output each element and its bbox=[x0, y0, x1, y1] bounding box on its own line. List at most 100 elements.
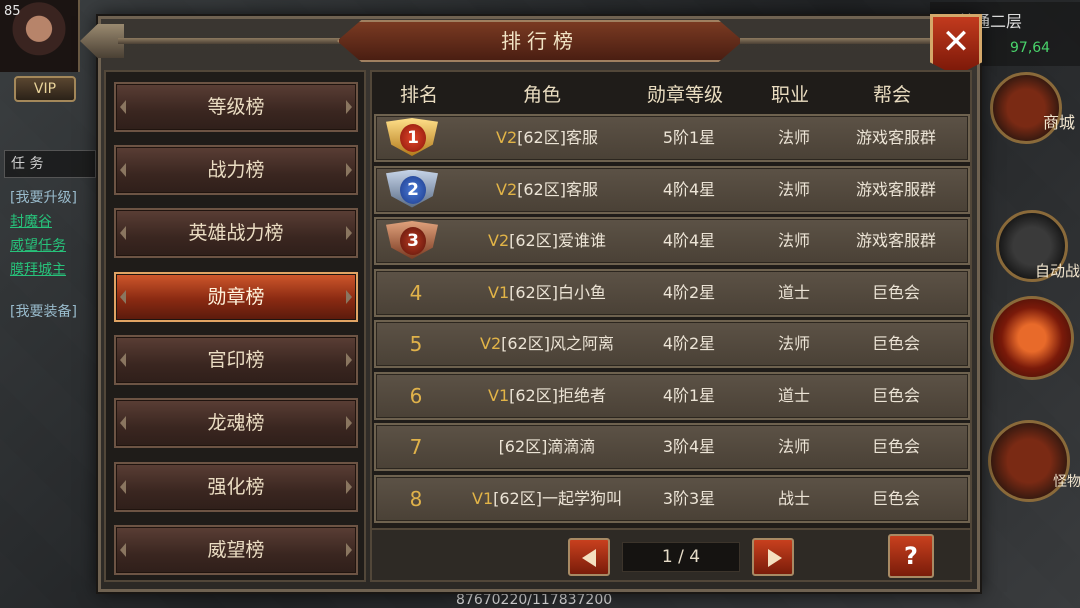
table-row[interactable]: 8 V1[62区]一起学狗叫 3阶3星 战士 巨色会 bbox=[374, 474, 970, 523]
header-rank: 排名 bbox=[399, 84, 438, 106]
role-cell: [62区]滴滴滴 bbox=[442, 425, 652, 469]
table-row[interactable]: 4 V1[62区]白小鱼 4阶2星 道士 巨色会 bbox=[374, 268, 970, 317]
medal-level-cell: 3阶4星 bbox=[662, 437, 716, 456]
guild-cell: 巨色会 bbox=[871, 488, 920, 508]
menu-item-prestige[interactable]: 威望榜 bbox=[114, 525, 358, 575]
table-row[interactable]: 2 V2[62区]客服 4阶4星 法师 游戏客服群 bbox=[374, 165, 970, 214]
job-cell: 法师 bbox=[777, 334, 810, 353]
player-level: 85 bbox=[4, 4, 21, 19]
job-cell: 法师 bbox=[777, 179, 810, 199]
guild-cell: 游戏客服群 bbox=[855, 128, 936, 147]
vip-tag: V1 bbox=[488, 282, 510, 302]
title-ornament bbox=[740, 38, 950, 44]
role-cell: V1[62区]拒绝者 bbox=[442, 374, 652, 418]
rank-medal-icon: 2 bbox=[386, 166, 442, 214]
category-menu: 等级榜 战力榜 英雄战力榜 勋章榜 官印榜 龙魂榜 强化榜 威望榜 bbox=[104, 70, 366, 582]
rank-number: 4 bbox=[409, 280, 423, 305]
rank-number: 2 bbox=[400, 175, 426, 204]
vip-button[interactable]: VIP bbox=[14, 76, 76, 102]
guild-cell: 游戏客服群 bbox=[855, 179, 936, 199]
menu-item-power[interactable]: 战力榜 bbox=[114, 145, 358, 195]
task-item[interactable]: [我要升级] bbox=[10, 186, 77, 210]
guild-cell: 巨色会 bbox=[871, 282, 920, 302]
shop-button[interactable]: 商城 bbox=[990, 72, 1075, 144]
arrow-left-icon bbox=[582, 549, 596, 567]
title-ornament bbox=[118, 38, 340, 44]
table-row[interactable]: 1 V2[62区]客服 5阶1星 法师 游戏客服群 bbox=[374, 114, 970, 162]
task-item[interactable]: [我要装备] bbox=[10, 300, 77, 324]
role-cell: V2[62区]客服 bbox=[442, 116, 652, 160]
vip-tag: V2 bbox=[496, 179, 518, 199]
guild-cell: 游戏客服群 bbox=[855, 231, 936, 250]
next-page-button[interactable] bbox=[752, 538, 794, 576]
guild-cell: 巨色会 bbox=[871, 334, 920, 353]
auto-battle-button[interactable]: 自动战斗 bbox=[996, 210, 1080, 282]
job-cell: 法师 bbox=[777, 128, 810, 147]
shop-label: 商城 bbox=[1042, 113, 1075, 132]
vip-tag: V2 bbox=[488, 231, 510, 250]
medal-level-cell: 4阶2星 bbox=[662, 282, 716, 302]
dialog-title: 排行榜 bbox=[337, 20, 743, 62]
menu-item-seal[interactable]: 官印榜 bbox=[114, 335, 358, 385]
table-row[interactable]: 5 V2[62区]风之阿离 4阶2星 法师 巨色会 bbox=[374, 320, 970, 368]
rank-medal-icon: 1 bbox=[386, 114, 442, 162]
menu-item-medal[interactable]: 勋章榜 bbox=[114, 272, 358, 322]
medal-level-cell: 3阶3星 bbox=[662, 488, 716, 508]
player-name: [62区]客服 bbox=[517, 128, 598, 147]
table-header: 排名 角色 勋章等级 职业 帮会 bbox=[372, 72, 970, 112]
vip-tag: V1 bbox=[472, 488, 494, 508]
rank-number: 5 bbox=[409, 332, 423, 356]
map-coords: 97,64 bbox=[1010, 40, 1051, 56]
job-cell: 道士 bbox=[777, 385, 810, 405]
menu-item-level[interactable]: 等级榜 bbox=[114, 82, 358, 132]
help-button[interactable]: ? bbox=[888, 534, 934, 578]
medal-level-cell: 4阶2星 bbox=[662, 334, 716, 353]
medal-level-cell: 4阶1星 bbox=[662, 385, 716, 405]
table-row[interactable]: 3 V2[62区]爱谁谁 4阶4星 法师 游戏客服群 bbox=[374, 217, 970, 265]
task-tab[interactable]: 任 务 bbox=[4, 150, 96, 178]
header-medal-level: 勋章等级 bbox=[646, 84, 723, 106]
rank-number: 8 bbox=[409, 486, 423, 511]
player-name: [62区]白小鱼 bbox=[509, 282, 606, 302]
table-row[interactable]: 7 [62区]滴滴滴 3阶4星 法师 巨色会 bbox=[374, 423, 970, 471]
menu-item-hero-power[interactable]: 英雄战力榜 bbox=[114, 208, 358, 258]
table-row[interactable]: 6 V1[62区]拒绝者 4阶1星 道士 巨色会 bbox=[374, 371, 970, 420]
job-cell: 道士 bbox=[777, 282, 810, 302]
role-cell: V1[62区]白小鱼 bbox=[442, 271, 652, 315]
role-cell: V2[62区]爱谁谁 bbox=[442, 219, 652, 263]
task-item[interactable]: 封魔谷 bbox=[10, 210, 77, 234]
ranking-table: 排名 角色 勋章等级 职业 帮会 1 V2[62区]客服 5阶1星 法师 游戏客服群 2 V… bbox=[370, 70, 972, 530]
task-item[interactable]: 威望任务 bbox=[10, 234, 77, 258]
job-cell: 战士 bbox=[777, 488, 810, 508]
rank-number: 1 bbox=[400, 124, 426, 152]
prev-page-button[interactable] bbox=[568, 538, 610, 576]
monster-button[interactable]: 怪物 bbox=[988, 420, 1080, 502]
monster-label: 怪物 bbox=[1053, 474, 1080, 490]
guild-cell: 巨色会 bbox=[871, 385, 920, 405]
vip-tag: V2 bbox=[496, 128, 518, 147]
medal-level-cell: 4阶4星 bbox=[662, 231, 716, 250]
header-role: 角色 bbox=[522, 84, 561, 106]
player-name: [62区]客服 bbox=[517, 179, 598, 199]
medal-level-cell: 5阶1星 bbox=[662, 128, 716, 147]
player-name: [62区]风之阿离 bbox=[501, 334, 614, 353]
role-cell: V2[62区]客服 bbox=[442, 168, 652, 212]
player-name: [62区]滴滴滴 bbox=[498, 437, 596, 456]
player-name: [62区]一起学狗叫 bbox=[493, 488, 622, 508]
skill-button[interactable] bbox=[990, 296, 1074, 380]
task-list: [我要升级] 封魔谷 威望任务 膜拜城主 [我要装备] bbox=[10, 186, 77, 324]
job-cell: 法师 bbox=[777, 437, 810, 456]
rank-number: 7 bbox=[409, 435, 423, 459]
medal-level-cell: 4阶4星 bbox=[662, 179, 716, 199]
menu-item-dragon-soul[interactable]: 龙魂榜 bbox=[114, 398, 358, 448]
arrow-right-icon bbox=[768, 549, 782, 567]
header-job: 职业 bbox=[770, 84, 809, 106]
vip-tag: V1 bbox=[488, 385, 510, 405]
role-cell: V1[62区]一起学狗叫 bbox=[442, 477, 652, 521]
auto-battle-label: 自动战斗 bbox=[1034, 262, 1080, 280]
hp-readout: 87670220/117837200 bbox=[456, 592, 613, 608]
role-cell: V2[62区]风之阿离 bbox=[442, 322, 652, 366]
task-item[interactable]: 膜拜城主 bbox=[10, 258, 77, 282]
menu-item-enhance[interactable]: 强化榜 bbox=[114, 462, 358, 512]
pager-bar: 1 / 4 ? bbox=[370, 530, 972, 582]
